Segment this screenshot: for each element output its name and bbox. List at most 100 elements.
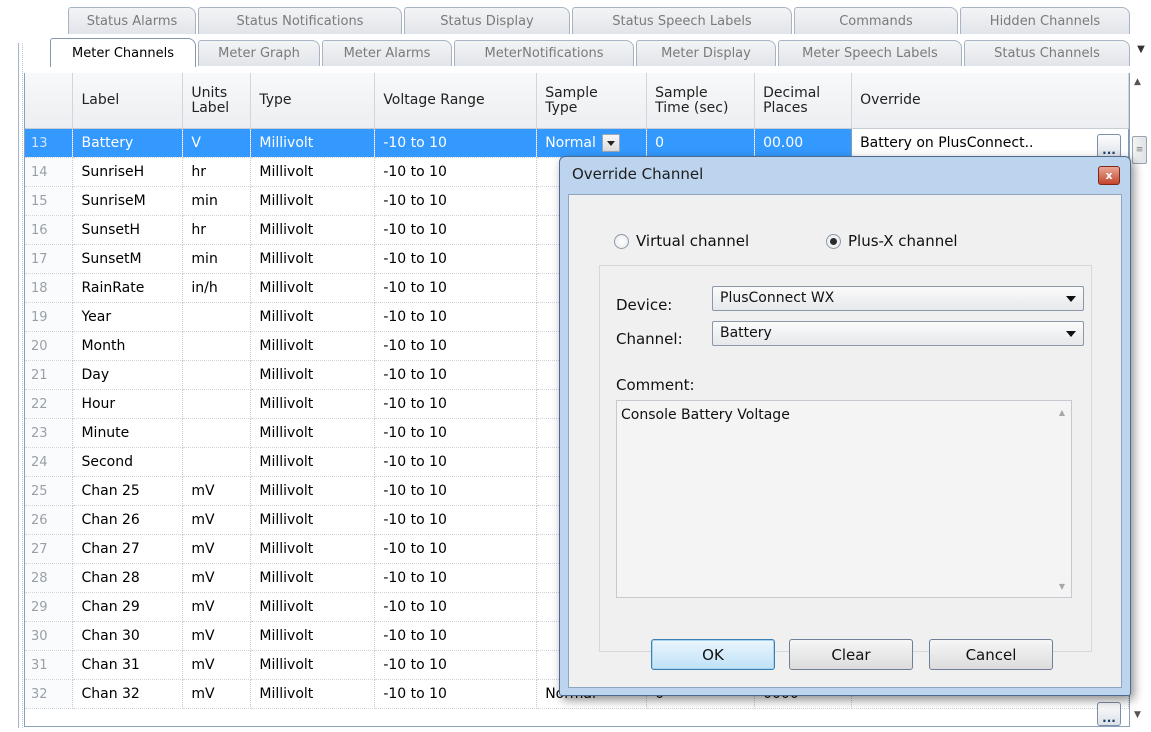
cell-label[interactable]: Chan 29: [72, 592, 184, 622]
channel-select[interactable]: Battery: [712, 321, 1084, 346]
cell-type[interactable]: Millivolt: [250, 157, 376, 187]
cell-label[interactable]: Chan 27: [72, 534, 184, 564]
cell-type[interactable]: Millivolt: [250, 128, 376, 158]
cell-label[interactable]: SunriseH: [72, 157, 184, 187]
col-header-units[interactable]: Units Label: [182, 73, 252, 129]
tab-meter-display[interactable]: Meter Display: [636, 40, 776, 66]
cell-label[interactable]: Year: [72, 302, 184, 332]
scroll-up-arrow-icon[interactable]: ▲: [1134, 77, 1141, 87]
cell-decimal-places[interactable]: 00.00: [754, 128, 853, 158]
cell-units[interactable]: hr: [182, 215, 252, 245]
cell-label[interactable]: Chan 28: [72, 563, 184, 593]
cell-type[interactable]: Millivolt: [250, 418, 376, 448]
cell-voltage-range[interactable]: -10 to 10: [374, 563, 538, 593]
cell-voltage-range[interactable]: -10 to 10: [374, 331, 538, 361]
cell-label[interactable]: Battery: [72, 128, 184, 158]
cell-units[interactable]: in/h: [182, 273, 252, 303]
cell-label[interactable]: Chan 31: [72, 650, 184, 680]
cell-label[interactable]: Minute: [72, 418, 184, 448]
device-select[interactable]: PlusConnect WX: [712, 286, 1084, 311]
cell-units[interactable]: [182, 447, 252, 477]
cell-voltage-range[interactable]: -10 to 10: [374, 447, 538, 477]
cell-voltage-range[interactable]: -10 to 10: [374, 476, 538, 506]
tab-commands[interactable]: Commands: [794, 7, 958, 34]
ok-button[interactable]: OK: [651, 639, 775, 670]
cell-units[interactable]: [182, 331, 252, 361]
cell-voltage-range[interactable]: -10 to 10: [374, 650, 538, 680]
cell-voltage-range[interactable]: -10 to 10: [374, 302, 538, 332]
cell-voltage-range[interactable]: -10 to 10: [374, 360, 538, 390]
cell-units[interactable]: mV: [182, 679, 252, 709]
cell-units[interactable]: mV: [182, 534, 252, 564]
cell-label[interactable]: Second: [72, 447, 184, 477]
tab-meter-graph[interactable]: Meter Graph: [198, 40, 320, 66]
cell-label[interactable]: SunsetM: [72, 244, 184, 274]
cell-units[interactable]: [182, 360, 252, 390]
override-browse-button-row32[interactable]: ...: [1097, 702, 1121, 726]
scroll-down-arrow-icon[interactable]: ▼: [1134, 710, 1141, 720]
cell-voltage-range[interactable]: -10 to 10: [374, 534, 538, 564]
cell-voltage-range[interactable]: -10 to 10: [374, 621, 538, 651]
close-icon[interactable]: x: [1098, 166, 1120, 185]
cell-type[interactable]: Millivolt: [250, 447, 376, 477]
col-header-sample-type[interactable]: Sample Type: [536, 73, 648, 129]
cell-units[interactable]: mV: [182, 476, 252, 506]
cell-voltage-range[interactable]: -10 to 10: [374, 592, 538, 622]
cell-type[interactable]: Millivolt: [250, 331, 376, 361]
cell-voltage-range[interactable]: -10 to 10: [374, 157, 538, 187]
cell-voltage-range[interactable]: -10 to 10: [374, 273, 538, 303]
cell-type[interactable]: Millivolt: [250, 505, 376, 535]
cell-type[interactable]: Millivolt: [250, 360, 376, 390]
cell-units[interactable]: mV: [182, 563, 252, 593]
override-browse-button[interactable]: ...: [1097, 134, 1121, 158]
cell-sample-type[interactable]: Normal: [536, 128, 648, 158]
tab-meter-channels[interactable]: Meter Channels: [50, 38, 196, 67]
clear-button[interactable]: Clear: [789, 639, 913, 670]
sample-type-dropdown-icon[interactable]: [601, 134, 620, 152]
cell-type[interactable]: Millivolt: [250, 244, 376, 274]
tab-meter-alarms[interactable]: Meter Alarms: [322, 40, 452, 66]
cell-units[interactable]: [182, 389, 252, 419]
tab-status-channels[interactable]: Status Channels: [964, 40, 1130, 66]
cell-voltage-range[interactable]: -10 to 10: [374, 186, 538, 216]
cell-units[interactable]: min: [182, 186, 252, 216]
col-header-label[interactable]: Label: [72, 73, 184, 129]
cell-voltage-range[interactable]: -10 to 10: [374, 505, 538, 535]
cell-units[interactable]: [182, 302, 252, 332]
cell-label[interactable]: Chan 32: [72, 679, 184, 709]
cell-label[interactable]: Chan 30: [72, 621, 184, 651]
cell-label[interactable]: SunsetH: [72, 215, 184, 245]
col-header-decimal-places[interactable]: Decimal Places: [754, 73, 853, 129]
cell-type[interactable]: Millivolt: [250, 302, 376, 332]
vertical-scrollbar[interactable]: ▲ ≡ ▼: [1131, 73, 1149, 728]
tab-status-notifications[interactable]: Status Notifications: [198, 7, 402, 34]
scroll-thumb[interactable]: ≡: [1132, 136, 1147, 164]
cell-type[interactable]: Millivolt: [250, 215, 376, 245]
cell-units[interactable]: mV: [182, 621, 252, 651]
cancel-button[interactable]: Cancel: [929, 639, 1053, 670]
cell-voltage-range[interactable]: -10 to 10: [374, 128, 538, 158]
cell-type[interactable]: Millivolt: [250, 592, 376, 622]
cell-label[interactable]: SunriseM: [72, 186, 184, 216]
tab-hidden-channels[interactable]: Hidden Channels: [960, 7, 1130, 34]
cell-units[interactable]: [182, 418, 252, 448]
cell-units[interactable]: V: [182, 128, 252, 158]
cell-label[interactable]: Chan 26: [72, 505, 184, 535]
comment-textarea[interactable]: Console Battery Voltage ▲ ▼: [616, 400, 1072, 598]
tab-status-alarms[interactable]: Status Alarms: [68, 7, 196, 34]
cell-units[interactable]: min: [182, 244, 252, 274]
col-header-sample-time[interactable]: Sample Time (sec): [646, 73, 756, 129]
tab-status-display[interactable]: Status Display: [404, 7, 570, 34]
cell-voltage-range[interactable]: -10 to 10: [374, 244, 538, 274]
cell-units[interactable]: mV: [182, 505, 252, 535]
cell-type[interactable]: Millivolt: [250, 389, 376, 419]
cell-override[interactable]: Battery on PlusConnect..: [851, 128, 1129, 158]
cell-type[interactable]: Millivolt: [250, 679, 376, 709]
cell-voltage-range[interactable]: -10 to 10: [374, 215, 538, 245]
cell-label[interactable]: Day: [72, 360, 184, 390]
tab-meter-notifications[interactable]: MeterNotifications: [454, 40, 634, 66]
table-row[interactable]: 13 Battery V Millivolt -10 to 10 Normal 0 00.00…: [25, 128, 1129, 158]
cell-units[interactable]: mV: [182, 650, 252, 680]
cell-label[interactable]: Hour: [72, 389, 184, 419]
cell-label[interactable]: Month: [72, 331, 184, 361]
